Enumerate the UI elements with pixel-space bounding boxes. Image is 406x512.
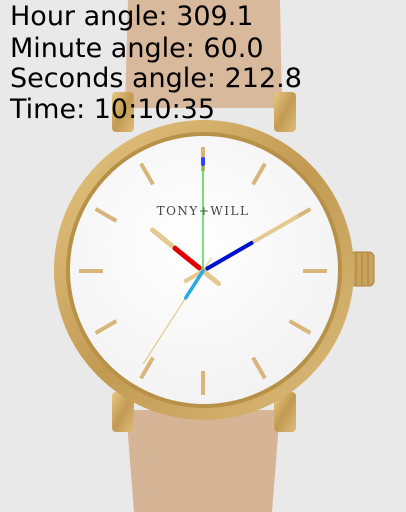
minute-angle-readout: Minute angle: 60.0 xyxy=(10,33,264,64)
seconds-angle-readout: Seconds angle: 212.8 xyxy=(10,63,302,94)
hour-angle-readout: Hour angle: 309.1 xyxy=(10,1,254,32)
time-readout: Time: 10:10:35 xyxy=(10,94,216,125)
lug-top-right xyxy=(274,92,296,132)
strap-bottom xyxy=(126,410,280,512)
